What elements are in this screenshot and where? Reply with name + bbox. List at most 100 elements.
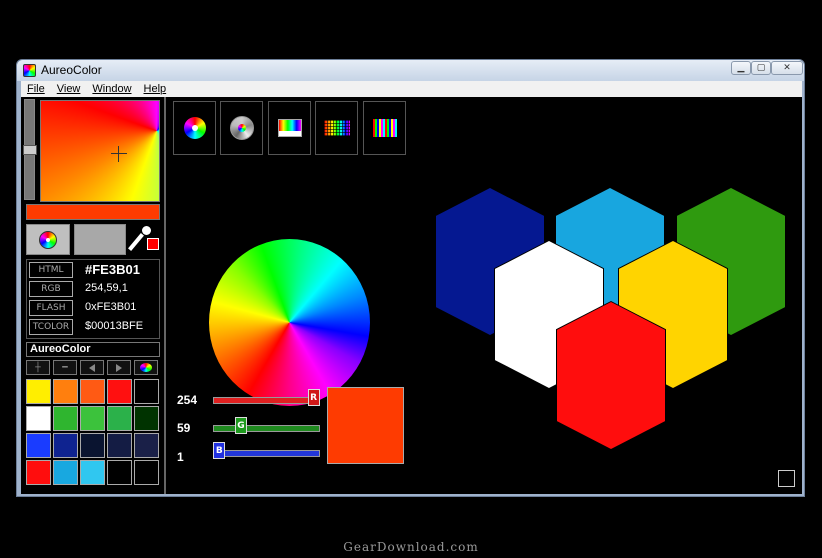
title-bar: AureoColor ▁ ▢ ✕ [17, 60, 804, 81]
palette-swatch[interactable] [26, 460, 51, 485]
palette-menu-button[interactable] [134, 360, 158, 375]
html-format-button[interactable]: HTML [29, 262, 73, 278]
hexagon-red[interactable] [556, 301, 666, 450]
palette-swatch[interactable] [80, 379, 105, 404]
close-icon: ✕ [783, 62, 791, 73]
palette-swatch[interactable] [53, 433, 78, 458]
window-title: AureoColor [41, 63, 102, 77]
flash-code-value[interactable]: 0xFE3B01 [85, 301, 136, 313]
code-row-rgb: RGB 254,59,1 [29, 281, 159, 298]
menu-view[interactable]: View [57, 83, 81, 95]
minimize-button[interactable]: ▁ [731, 61, 751, 75]
rgb-code-value[interactable]: 254,59,1 [85, 282, 128, 294]
tcolor-format-button[interactable]: TCOLOR [29, 319, 73, 335]
color-wheel-button[interactable] [26, 224, 70, 255]
red-value-label: 254 [177, 393, 198, 407]
brightness-slider[interactable] [23, 99, 37, 200]
previous-color-swatch[interactable] [74, 224, 126, 255]
html-code-value[interactable]: #FE3B01 [85, 262, 140, 277]
panel-divider[interactable] [164, 97, 166, 494]
color-codes-panel: HTML #FE3B01 RGB 254,59,1 FLASH 0xFE3B01… [26, 259, 160, 339]
color-wheel-icon [39, 230, 57, 249]
color-wheel-icon [183, 117, 206, 139]
green-slider-track[interactable] [213, 425, 320, 432]
current-color-bar [26, 204, 160, 220]
maximize-icon: ▢ [756, 62, 766, 73]
menu-file[interactable]: File [27, 83, 45, 95]
color-disc-icon [229, 116, 254, 140]
crosshair-icon [111, 146, 127, 162]
eyedropper-color-chip [147, 238, 159, 250]
spectrum-tool-button[interactable] [268, 101, 311, 155]
palette-swatch[interactable] [107, 406, 132, 431]
size-grip[interactable] [778, 470, 795, 487]
palette-add-button[interactable]: ┼ [26, 360, 50, 375]
palette-swatch[interactable] [80, 460, 105, 485]
color-bars-tool-button[interactable] [363, 101, 406, 155]
flash-format-button[interactable]: FLASH [29, 300, 73, 316]
app-window: AureoColor ▁ ▢ ✕ File View Window Help H… [16, 59, 805, 497]
eyedropper-icon [128, 233, 144, 251]
palette-swatch[interactable] [80, 433, 105, 458]
palette-toolbar: ┼ ━ [26, 360, 160, 376]
menu-bar: File View Window Help [21, 81, 802, 97]
code-row-flash: FLASH 0xFE3B01 [29, 300, 159, 317]
palette-swatch[interactable] [134, 433, 159, 458]
palette-swatch[interactable] [53, 379, 78, 404]
color-wheel-icon [23, 64, 36, 77]
picker-tool-row [26, 224, 162, 256]
palette-next-button[interactable] [107, 360, 131, 375]
color-wheel-tool-button[interactable] [173, 101, 216, 155]
eyedropper-bulb [142, 226, 151, 235]
color-preview-swatch [327, 387, 404, 464]
minus-icon: ━ [62, 362, 68, 373]
palette-swatch[interactable] [107, 460, 132, 485]
eyedropper-button[interactable] [128, 226, 160, 254]
arrow-right-icon [116, 363, 122, 372]
close-button[interactable]: ✕ [771, 61, 803, 75]
minimize-icon: ▁ [737, 62, 745, 73]
menu-window[interactable]: Window [92, 83, 131, 95]
blue-slider-thumb[interactable]: B [213, 442, 226, 459]
color-grid-icon [323, 120, 350, 136]
palette-swatch[interactable] [134, 379, 159, 404]
color-wheel-icon [140, 363, 152, 372]
palette-swatches [26, 379, 162, 491]
brightness-slider-thumb[interactable] [23, 145, 37, 155]
maximize-button[interactable]: ▢ [751, 61, 771, 75]
spectrum-icon [277, 119, 302, 137]
plus-icon: ┼ [35, 362, 41, 373]
color-grid-tool-button[interactable] [315, 101, 358, 155]
palette-swatch[interactable] [53, 460, 78, 485]
palette-swatch[interactable] [26, 379, 51, 404]
palette-swatch[interactable] [26, 433, 51, 458]
blue-slider-track[interactable] [213, 450, 320, 457]
color-picker-area[interactable] [40, 100, 160, 202]
green-value-label: 59 [177, 421, 191, 435]
palette-swatch[interactable] [26, 406, 51, 431]
color-disc-tool-button[interactable] [220, 101, 263, 155]
palette-remove-button[interactable]: ━ [53, 360, 77, 375]
hexagon-red-fill [557, 302, 665, 449]
palette-swatch[interactable] [107, 433, 132, 458]
color-bars-icon [372, 119, 397, 137]
palette-prev-button[interactable] [80, 360, 104, 375]
left-panel: HTML #FE3B01 RGB 254,59,1 FLASH 0xFE3B01… [21, 97, 164, 494]
green-slider-thumb[interactable]: G [234, 417, 247, 434]
palette-swatch[interactable] [134, 406, 159, 431]
hue-color-wheel[interactable] [209, 239, 370, 406]
palette-swatch[interactable] [53, 406, 78, 431]
tcolor-code-value[interactable]: $00013BFE [85, 320, 143, 332]
palette-swatch[interactable] [107, 379, 132, 404]
palette-swatch[interactable] [80, 406, 105, 431]
watermark-text: GearDownload.com [343, 540, 479, 554]
menu-help[interactable]: Help [144, 83, 167, 95]
code-row-tcolor: TCOLOR $00013BFE [29, 319, 159, 336]
red-slider-track[interactable] [213, 397, 320, 404]
rgb-format-button[interactable]: RGB [29, 281, 73, 297]
palette-swatch[interactable] [134, 460, 159, 485]
code-row-html: HTML #FE3B01 [29, 262, 159, 279]
palette-title: AureoColor [26, 342, 160, 357]
red-slider-thumb[interactable]: R [307, 389, 320, 406]
client-area: HTML #FE3B01 RGB 254,59,1 FLASH 0xFE3B01… [21, 97, 802, 494]
